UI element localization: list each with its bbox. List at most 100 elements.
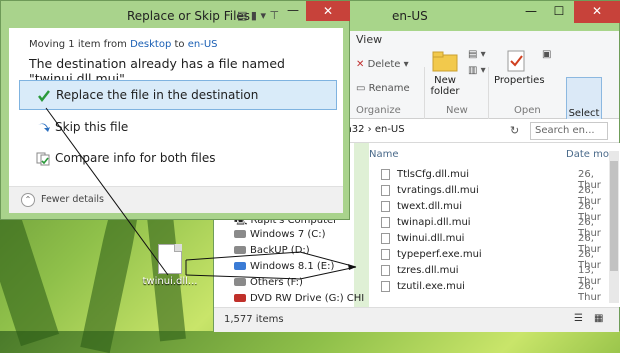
nav-item-label: DVD RW Drive (G:) CHI bbox=[250, 293, 365, 304]
nav-item-drive-g[interactable]: DVD RW Drive (G:) CHI bbox=[234, 293, 364, 304]
table-row[interactable]: tzres.dll.mui 13, Thur bbox=[369, 263, 605, 287]
file-icon bbox=[381, 281, 390, 292]
file-name: twinapi.dll.mui bbox=[397, 217, 471, 228]
properties-icon bbox=[503, 49, 529, 73]
easy-access-icon[interactable]: ▥ ▾ bbox=[468, 65, 486, 76]
file-name: TtlsCfg.dll.mui bbox=[397, 169, 469, 180]
chevron-up-icon[interactable]: ⌃ bbox=[21, 193, 35, 207]
dialog-minimize-button[interactable]: — bbox=[280, 1, 306, 21]
source-link[interactable]: Desktop bbox=[130, 39, 171, 50]
nav-item-label: BackUP (D:) bbox=[250, 245, 310, 256]
desktop-file-icon[interactable]: twinui.dll... bbox=[140, 244, 200, 287]
compare-files-option[interactable]: Compare info for both files bbox=[19, 144, 337, 174]
file-icon bbox=[158, 244, 182, 274]
dvd-drive-icon bbox=[234, 294, 246, 302]
dialog-footer: ⌃ Fewer details bbox=[9, 186, 343, 213]
select-label: Select bbox=[568, 108, 600, 119]
nav-item-drive-f[interactable]: Others (F:) bbox=[234, 277, 303, 288]
properties-button[interactable]: Properties bbox=[494, 49, 545, 86]
file-name: tzres.dll.mui bbox=[397, 265, 459, 276]
scrollbar[interactable] bbox=[609, 151, 619, 303]
nav-item-label: Others (F:) bbox=[250, 277, 303, 288]
select-button[interactable]: Select bbox=[566, 77, 602, 125]
explorer-title: en-US bbox=[392, 9, 428, 23]
fewer-details-button[interactable]: Fewer details bbox=[41, 194, 104, 205]
rename-label: Rename bbox=[368, 83, 410, 94]
nav-item-label: Windows 8.1 (E:) bbox=[250, 261, 335, 272]
item-count: 1,577 items bbox=[224, 314, 284, 325]
dialog-close-button[interactable]: ✕ bbox=[306, 1, 350, 21]
folder-icon bbox=[432, 49, 458, 73]
desktop-file-label: twinui.dll... bbox=[142, 276, 198, 287]
replace-file-option[interactable]: Replace the file in the destination bbox=[19, 80, 337, 110]
file-icon bbox=[381, 249, 390, 260]
new-group-label: New bbox=[446, 105, 468, 116]
file-icon bbox=[381, 233, 390, 244]
column-header-name[interactable]: Name bbox=[369, 149, 399, 160]
rename-icon: ▭ bbox=[356, 83, 369, 94]
skip-arrow-icon bbox=[36, 121, 50, 135]
table-row[interactable]: twinapi.dll.mui 26, Thur bbox=[369, 215, 605, 239]
file-icon bbox=[381, 169, 390, 180]
explorer-minimize-button[interactable]: — bbox=[517, 1, 545, 23]
new-folder-button[interactable]: New folder bbox=[428, 49, 462, 97]
scrollbar-thumb[interactable] bbox=[610, 161, 618, 271]
skip-file-option[interactable]: Skip this file bbox=[19, 113, 337, 143]
windows-drive-icon bbox=[234, 262, 246, 270]
compare-option-label: Compare info for both files bbox=[55, 151, 216, 165]
open-group-label: Open bbox=[514, 105, 541, 116]
file-name: twinui.dll.mui bbox=[397, 233, 465, 244]
nav-item-label: Windows 7 (C:) bbox=[250, 229, 326, 240]
moving-info: Moving 1 item from Desktop to en-US bbox=[29, 39, 218, 50]
compare-icon bbox=[36, 152, 50, 166]
properties-label: Properties bbox=[494, 75, 545, 86]
nav-item-drive-c[interactable]: Windows 7 (C:) bbox=[234, 229, 326, 240]
drive-icon bbox=[234, 246, 246, 254]
file-date: 26, Thur bbox=[578, 281, 601, 303]
ribbon-separator bbox=[488, 67, 489, 119]
table-row[interactable]: twext.dll.mui 26, Thur bbox=[369, 199, 605, 223]
column-header-date[interactable]: Date mo bbox=[566, 149, 609, 160]
table-row[interactable]: tzutil.exe.mui 26, Thur bbox=[369, 279, 605, 303]
file-icon bbox=[381, 201, 390, 212]
search-input[interactable]: Search en... bbox=[530, 122, 608, 140]
details-view-icon[interactable]: ☰ bbox=[574, 313, 583, 324]
ribbon-separator bbox=[424, 67, 425, 119]
new-folder-label: New folder bbox=[430, 75, 460, 97]
file-name: typeperf.exe.mui bbox=[397, 249, 482, 260]
nav-item-drive-e[interactable]: Windows 8.1 (E:) bbox=[234, 261, 334, 272]
delete-button[interactable]: ✕ Delete ▾ bbox=[356, 59, 409, 70]
table-row[interactable]: twinui.dll.mui 26, Thur bbox=[369, 231, 605, 255]
delete-label: Delete ▾ bbox=[367, 59, 409, 70]
drive-icon bbox=[234, 230, 246, 238]
quick-access-toolbar-icons[interactable]: ▤ ▮ ▾ ⊤ bbox=[237, 9, 279, 22]
check-icon bbox=[37, 89, 51, 103]
nav-item-drive-d[interactable]: BackUP (D:) bbox=[234, 245, 310, 256]
skip-option-label: Skip this file bbox=[55, 120, 129, 134]
moving-to-word: to bbox=[171, 39, 188, 50]
replace-skip-dialog: Replace or Skip Files ▤ ▮ ▾ ⊤ — ✕ Moving… bbox=[0, 0, 350, 220]
status-bar: 1,577 items ☰ ▦ bbox=[214, 307, 619, 332]
file-name: tvratings.dll.mui bbox=[397, 185, 479, 196]
replace-option-label: Replace the file in the destination bbox=[56, 88, 259, 102]
table-row[interactable]: TtlsCfg.dll.mui 26, Thur bbox=[369, 167, 605, 191]
delete-icon: ✕ bbox=[356, 59, 368, 70]
file-list: Name Date mo TtlsCfg.dll.mui 26, Thur tv… bbox=[369, 143, 620, 307]
table-row[interactable]: tvratings.dll.mui 26, Thur bbox=[369, 183, 605, 207]
moving-prefix: Moving 1 item from bbox=[29, 39, 131, 50]
refresh-icon[interactable]: ↻ bbox=[510, 124, 519, 137]
dialog-title: Replace or Skip Files bbox=[127, 9, 251, 23]
explorer-close-button[interactable]: ✕ bbox=[574, 1, 620, 23]
file-name: tzutil.exe.mui bbox=[397, 281, 465, 292]
new-item-icon[interactable]: ▤ ▾ bbox=[468, 49, 486, 60]
destination-link[interactable]: en-US bbox=[188, 39, 218, 50]
open-icon[interactable]: ▣ bbox=[542, 49, 551, 60]
file-icon bbox=[381, 185, 390, 196]
breadcrumb[interactable]: m32 › en-US bbox=[342, 124, 405, 135]
explorer-maximize-button[interactable]: ☐ bbox=[545, 1, 573, 23]
file-icon bbox=[381, 217, 390, 228]
table-row[interactable]: typeperf.exe.mui 26, Thur bbox=[369, 247, 605, 271]
rename-button[interactable]: ▭ Rename bbox=[356, 83, 410, 94]
tiles-view-icon[interactable]: ▦ bbox=[594, 313, 603, 324]
tab-view[interactable]: View bbox=[356, 33, 382, 46]
